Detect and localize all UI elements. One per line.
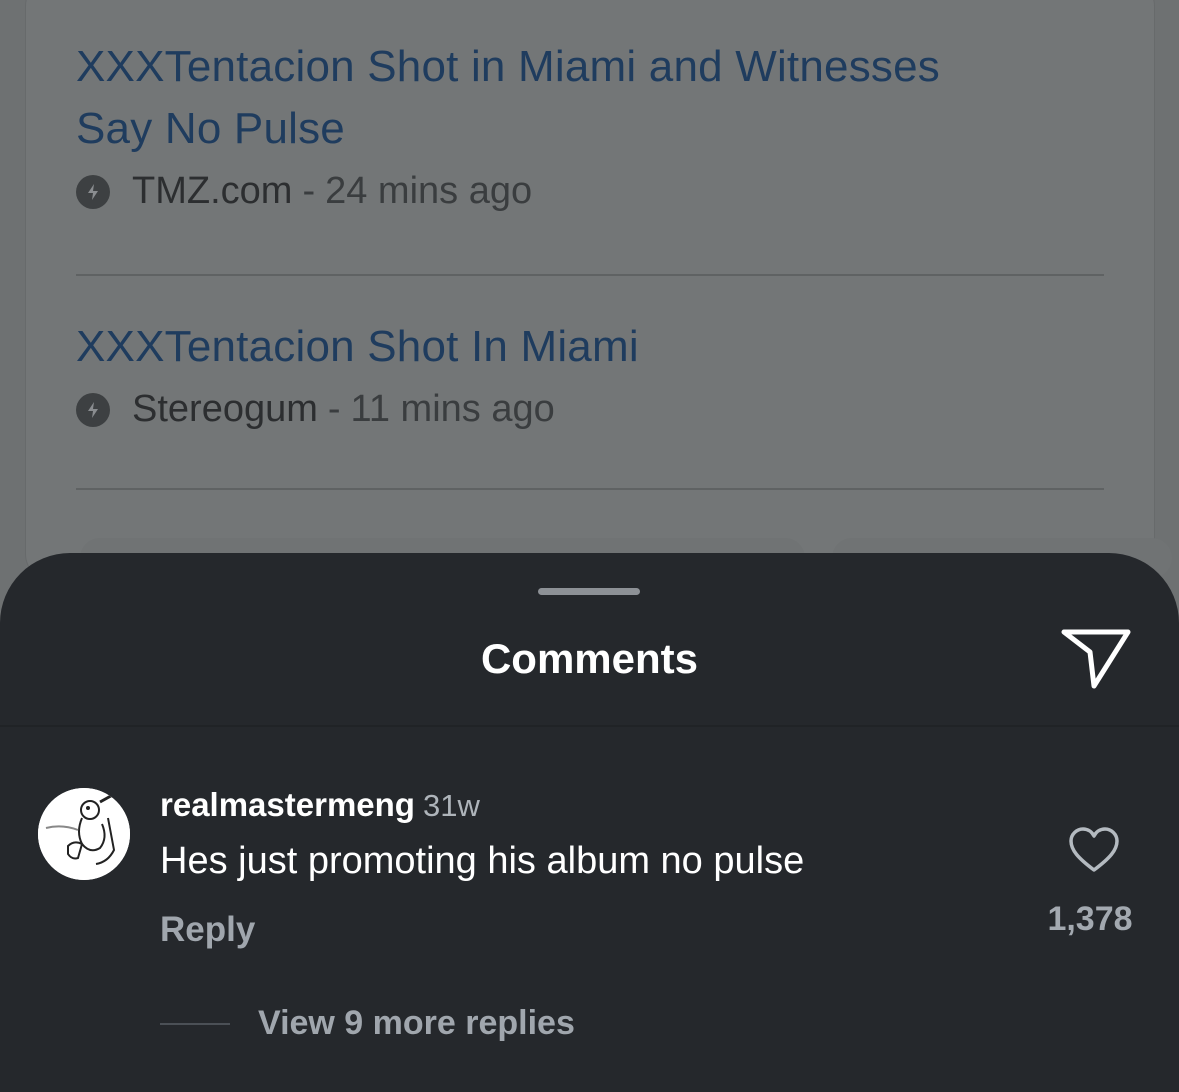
sheet-title: Comments	[480, 635, 699, 682]
news-time: 24 mins ago	[325, 170, 533, 212]
news-separator: -	[327, 388, 341, 430]
comment-timestamp: 31w	[422, 788, 480, 823]
comment-text: Hes just promoting his album no pulse	[160, 840, 805, 882]
amp-lightning-icon	[76, 392, 110, 427]
news-card: XXXTentacion Shot in Miami and Witnesses…	[26, 0, 1154, 580]
news-meta: TMZ.com - 24 mins ago	[76, 170, 1104, 213]
news-divider	[76, 274, 1104, 276]
news-item-tmz[interactable]: XXXTentacion Shot in Miami and Witnesses…	[76, 36, 1104, 213]
send-icon[interactable]	[1058, 626, 1134, 692]
news-divider	[76, 488, 1104, 490]
amp-lightning-icon	[76, 174, 110, 209]
username[interactable]: realmastermeng	[160, 786, 415, 823]
like-count: 1,378	[1047, 900, 1133, 938]
reply-button[interactable]: Reply	[160, 910, 255, 950]
sheet-header-divider	[0, 725, 1179, 727]
news-item-stereogum[interactable]: XXXTentacion Shot In Miami Stereogum - 1…	[76, 316, 1104, 431]
news-source: TMZ.com	[132, 170, 293, 212]
sheet-grabber[interactable]	[538, 588, 640, 595]
news-meta: Stereogum - 11 mins ago	[76, 388, 1104, 431]
news-title[interactable]: XXXTentacion Shot In Miami	[76, 316, 1104, 378]
comment-author[interactable]: realmastermeng 31w	[160, 786, 480, 824]
news-separator: -	[302, 170, 316, 212]
news-time: 11 mins ago	[350, 388, 555, 430]
news-source: Stereogum	[132, 388, 318, 430]
replies-divider	[160, 1023, 230, 1025]
view-more-replies-button[interactable]: View 9 more replies	[258, 1004, 575, 1043]
avatar[interactable]	[38, 788, 130, 880]
heart-icon[interactable]	[1068, 826, 1120, 874]
news-title[interactable]: XXXTentacion Shot in Miami and Witnesses…	[76, 36, 1104, 160]
